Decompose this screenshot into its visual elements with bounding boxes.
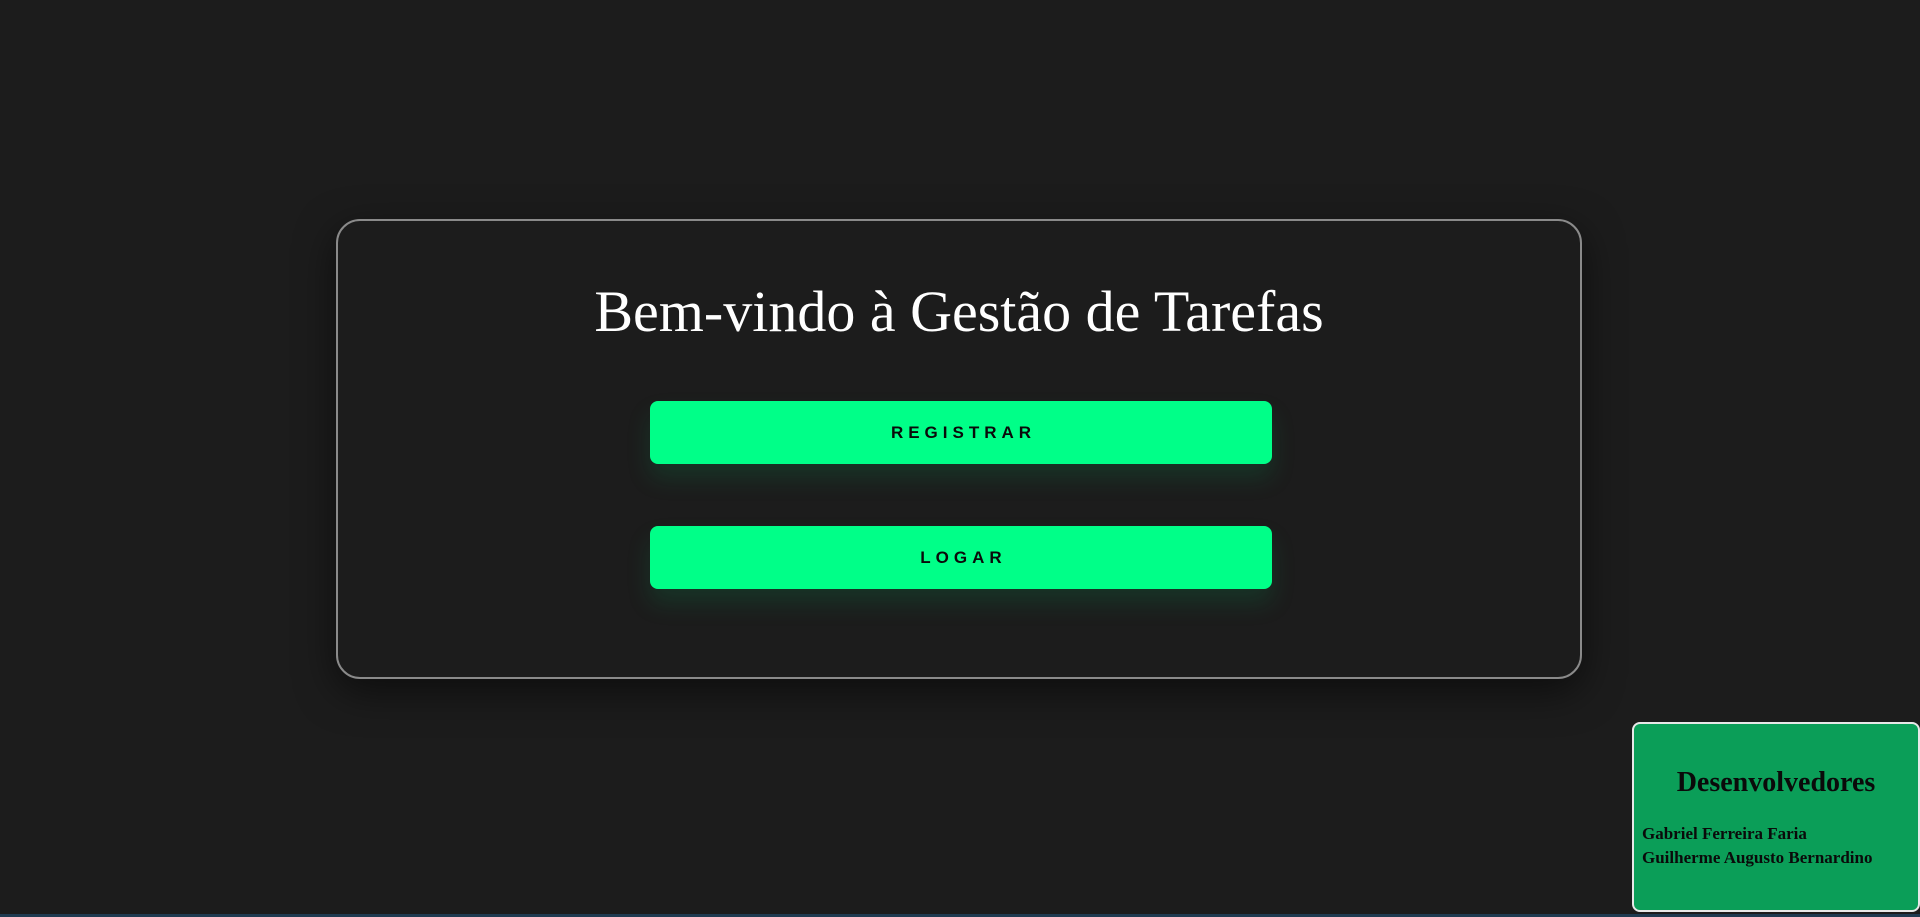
welcome-card: Bem-vindo à Gestão de Tarefas REGISTRAR … [336, 219, 1582, 679]
register-button[interactable]: REGISTRAR [650, 401, 1272, 464]
developers-list: Gabriel Ferreira Faria Guilherme Augusto… [1642, 822, 1872, 870]
login-button[interactable]: LOGAR [650, 526, 1272, 589]
developers-title: Desenvolvedores [1676, 767, 1876, 798]
page-title: Bem-vindo à Gestão de Tarefas [594, 279, 1324, 344]
developers-panel: Desenvolvedores Gabriel Ferreira Faria G… [1632, 722, 1920, 912]
developer-name: Gabriel Ferreira Faria [1642, 824, 1807, 843]
developer-name: Guilherme Augusto Bernardino [1642, 848, 1873, 867]
